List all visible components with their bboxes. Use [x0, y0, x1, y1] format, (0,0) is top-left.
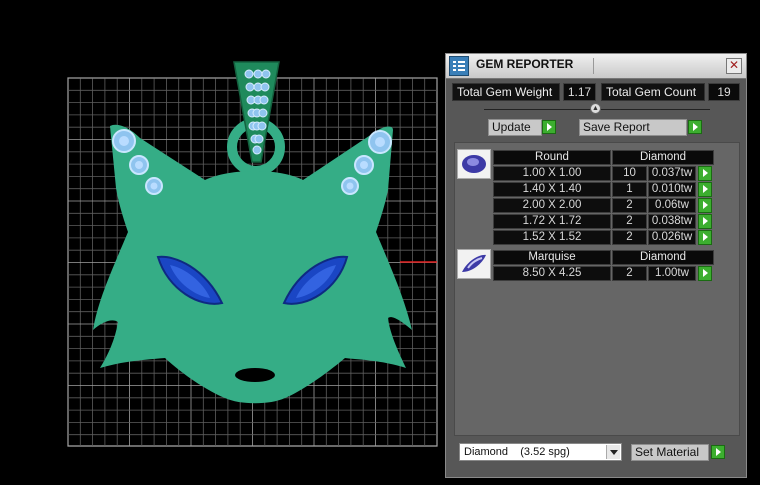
- select-gem-arrow-icon[interactable]: [698, 214, 712, 229]
- gem-reporter-panel: GEM REPORTER ✕ Total Gem Weight 1.17 Tot…: [445, 53, 747, 478]
- viewport-canvas[interactable]: [0, 0, 445, 485]
- gem-count-cell: 2: [612, 266, 647, 281]
- title-separator: [593, 58, 594, 74]
- marquise-gem-icon[interactable]: [457, 249, 491, 279]
- total-gem-weight-value: 1.17: [563, 83, 596, 101]
- material-select-value: Diamond (3.52 spg): [464, 446, 570, 458]
- gem-weight-cell: 0.010tw: [648, 182, 696, 197]
- gem-count-cell: 2: [612, 198, 647, 213]
- gem-size-cell: 1.52 X 1.52: [493, 230, 611, 245]
- gem-size-cell: 1.40 X 1.40: [493, 182, 611, 197]
- gem-cut-header: Marquise: [493, 250, 611, 265]
- gem-weight-cell: 1.00tw: [648, 266, 696, 281]
- gem-list: Round Diamond 1.00 X 1.00 10 0.037tw 1.40 X 1…: [454, 142, 740, 436]
- select-gem-arrow-icon[interactable]: [698, 230, 712, 245]
- gem-size-cell: 1.00 X 1.00: [493, 166, 611, 181]
- gem-reporter-app-icon: [449, 56, 469, 76]
- cat-mouth-hole: [235, 368, 275, 382]
- gem-material-header: Diamond: [612, 150, 714, 165]
- round-gem-ear-left-1: [112, 129, 136, 153]
- chevron-down-icon[interactable]: [606, 445, 620, 459]
- gem-weight-cell: 0.026tw: [648, 230, 696, 245]
- gem-cut-header: Round: [493, 150, 611, 165]
- gem-size-cell: 2.00 X 2.00: [493, 198, 611, 213]
- gem-weight-cell: 0.038tw: [648, 214, 696, 229]
- total-gem-count-label: Total Gem Count: [601, 83, 705, 101]
- gem-size-cell: 8.50 X 4.25: [493, 266, 611, 281]
- round-gem-ear-left-3: [145, 177, 163, 195]
- close-button[interactable]: ✕: [726, 58, 742, 74]
- save-report-button[interactable]: Save Report: [579, 119, 687, 136]
- gem-count-cell: 2: [612, 230, 647, 245]
- round-gem-icon[interactable]: [457, 149, 491, 179]
- round-gem-ear-left-2: [129, 155, 149, 175]
- set-material-arrow-icon[interactable]: [711, 445, 725, 459]
- select-gem-arrow-icon[interactable]: [698, 182, 712, 197]
- gem-size-cell: 1.72 X 1.72: [493, 214, 611, 229]
- select-gem-arrow-icon[interactable]: [698, 198, 712, 213]
- material-select[interactable]: Diamond (3.52 spg): [459, 443, 622, 461]
- gem-weight-cell: 0.06tw: [648, 198, 696, 213]
- gem-count-cell: 2: [612, 214, 647, 229]
- round-gem-ear-right-3: [341, 177, 359, 195]
- total-gem-count-value: 19: [708, 83, 740, 101]
- gem-material-header: Diamond: [612, 250, 714, 265]
- gem-count-cell: 1: [612, 182, 647, 197]
- panel-splitter-handle[interactable]: ▲: [590, 103, 601, 114]
- round-gem-ear-right-1: [368, 130, 392, 154]
- round-gem-ear-right-2: [354, 155, 374, 175]
- gem-count-cell: 10: [612, 166, 647, 181]
- save-report-arrow-icon[interactable]: [688, 120, 702, 134]
- select-gem-arrow-icon[interactable]: [698, 266, 712, 281]
- update-button[interactable]: Update: [488, 119, 542, 136]
- title-bar[interactable]: GEM REPORTER ✕: [446, 54, 746, 79]
- panel-title: GEM REPORTER: [476, 57, 574, 71]
- update-arrow-icon[interactable]: [542, 120, 556, 134]
- gem-weight-cell: 0.037tw: [648, 166, 696, 181]
- model-viewport[interactable]: [0, 0, 445, 485]
- total-gem-weight-label: Total Gem Weight: [452, 83, 560, 101]
- select-gem-arrow-icon[interactable]: [698, 166, 712, 181]
- set-material-button[interactable]: Set Material: [631, 444, 709, 461]
